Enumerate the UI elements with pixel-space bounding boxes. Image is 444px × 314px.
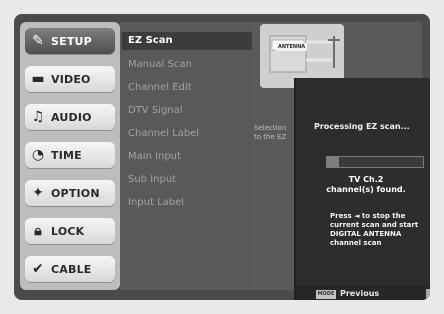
nav-label-lock: LOCK [51, 224, 85, 238]
setup-submenu: EZ Scan Manual Scan Channel Edit DTV Sig… [120, 22, 262, 290]
dialog-title: Processing EZ scan... [314, 122, 410, 131]
nav-label-time: TIME [51, 148, 82, 162]
previous-label: Previous [340, 289, 380, 298]
found-channel-line1: TV Ch.2 [348, 175, 384, 184]
nav-label-option: OPTION [51, 186, 100, 200]
nav-item-lock[interactable]: 🔒︎ LOCK [25, 218, 115, 244]
nav-item-cable[interactable]: ✔ CABLE [25, 256, 115, 282]
menu-item-dtv-signal[interactable]: DTV Signal [128, 102, 254, 120]
lock-icon: 🔒︎ [34, 223, 42, 239]
nav-label-setup: SETUP [51, 34, 92, 48]
mode-button[interactable]: MODE [316, 290, 336, 299]
nav-item-option[interactable]: ✦ OPTION [25, 180, 115, 206]
found-channel-line2: channel(s) found. [326, 185, 406, 194]
menu-item-main-input[interactable]: Main Input [128, 148, 254, 166]
wrench-icon: ✎ [32, 33, 44, 49]
tv-frame: ✎ SETUP ▬ VIDEO ♫ AUDIO ◔ TIME ✦ OPTION … [14, 14, 430, 300]
nav-item-audio[interactable]: ♫ AUDIO [25, 104, 115, 130]
menu-item-ez-scan[interactable]: EZ Scan [122, 32, 262, 50]
tv-icon: ▬ [31, 71, 45, 87]
tv-screen: ✎ SETUP ▬ VIDEO ♫ AUDIO ◔ TIME ✦ OPTION … [14, 14, 430, 300]
speaker-icon: ♫ [31, 109, 45, 125]
antenna-label: ANTENNA [276, 43, 308, 51]
menu-item-channel-label[interactable]: Channel Label [128, 125, 254, 143]
clock-icon: ◔ [31, 147, 45, 163]
check-icon: ✔ [32, 261, 44, 277]
menu-item-manual-scan[interactable]: Manual Scan [128, 56, 254, 74]
left-navigation: ✎ SETUP ▬ VIDEO ♫ AUDIO ◔ TIME ✦ OPTION … [20, 22, 120, 290]
dialog-footer: MODE Previous [296, 286, 430, 300]
menu-item-input-label[interactable]: Input Label [128, 194, 254, 212]
nav-label-audio: AUDIO [51, 110, 92, 124]
exit-button[interactable] [426, 289, 430, 299]
menu-item-sub-input[interactable]: Sub Input [128, 171, 254, 189]
nav-item-time[interactable]: ◔ TIME [25, 142, 115, 168]
nav-item-video[interactable]: ▬ VIDEO [25, 66, 115, 92]
menu-item-channel-edit[interactable]: Channel Edit [128, 79, 254, 97]
processing-dialog: Processing EZ scan... TV Ch.2 channel(s)… [296, 78, 430, 300]
dialog-instructions: Press ◄ to stop the current scan and sta… [330, 212, 419, 247]
scan-progress-fill [327, 157, 339, 167]
nav-item-setup[interactable]: ✎ SETUP [25, 28, 115, 54]
scan-progress-bar [326, 156, 424, 168]
nav-label-video: VIDEO [51, 72, 91, 86]
nav-label-cable: CABLE [51, 262, 92, 276]
option-icon: ✦ [32, 185, 44, 201]
